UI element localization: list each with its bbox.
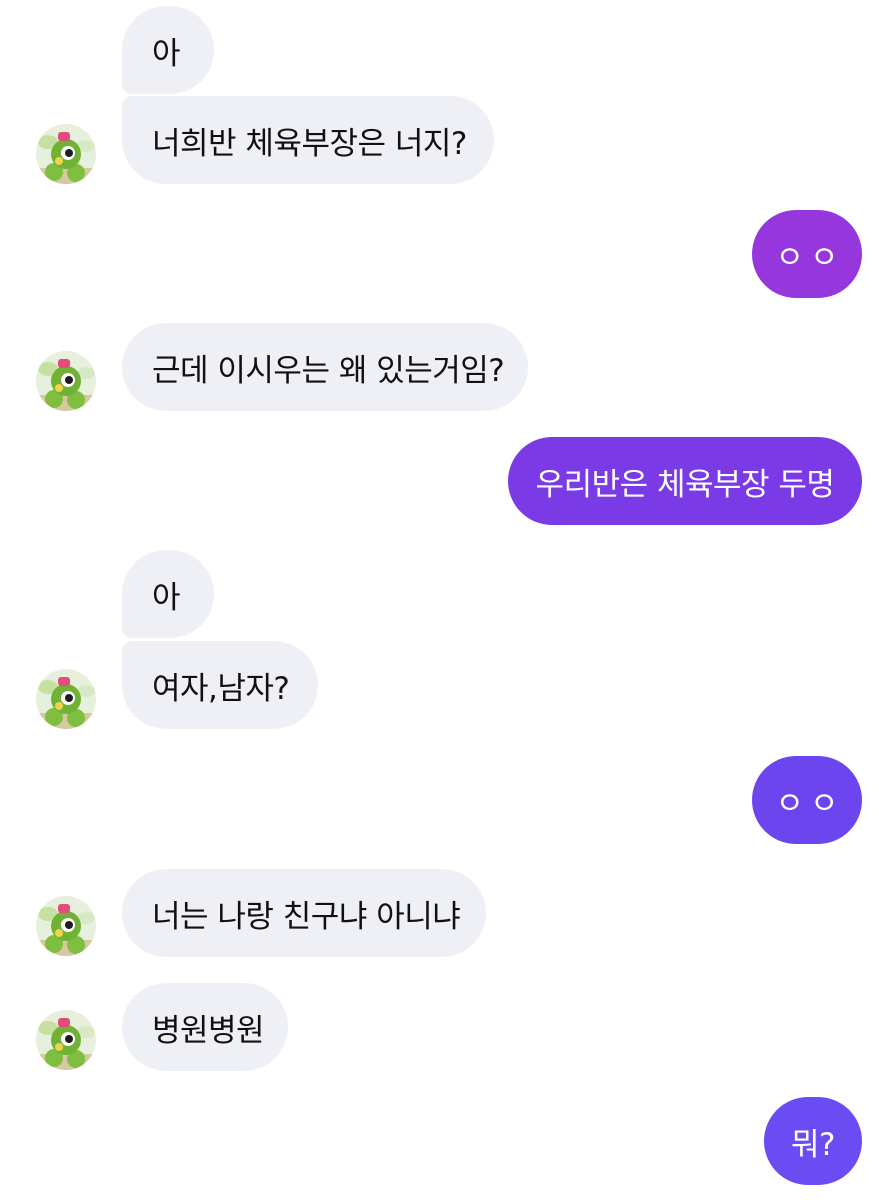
contact-avatar[interactable] bbox=[36, 896, 96, 956]
message-text: 아 bbox=[152, 35, 181, 72]
message-text: 아 bbox=[152, 579, 181, 616]
message-bubble-outgoing[interactable]: 우리반은 체육부장 두명 bbox=[508, 437, 862, 525]
contact-avatar[interactable] bbox=[36, 669, 96, 729]
message-bubble-incoming[interactable]: 너희반 체육부장은 너지? bbox=[122, 96, 494, 184]
message-bubble-incoming[interactable]: 여자,남자? bbox=[122, 641, 318, 729]
contact-avatar[interactable] bbox=[36, 1010, 96, 1070]
contact-avatar[interactable] bbox=[36, 351, 96, 411]
message-bubble-incoming[interactable]: 아 bbox=[122, 6, 214, 94]
message-bubble-incoming[interactable]: 병원병원 bbox=[122, 983, 288, 1071]
message-text: 뭐? bbox=[791, 1126, 835, 1163]
message-text: ㅇㅇ bbox=[775, 785, 845, 822]
message-bubble-outgoing[interactable]: 뭐? bbox=[764, 1097, 862, 1185]
message-text: 우리반은 체육부장 두명 bbox=[535, 466, 835, 503]
message-text: 근데 이시우는 왜 있는거임? bbox=[152, 352, 505, 389]
message-text: 너희반 체육부장은 너지? bbox=[152, 125, 467, 162]
contact-avatar[interactable] bbox=[36, 124, 96, 184]
caterpie-avatar-icon bbox=[36, 124, 96, 184]
message-bubble-incoming[interactable]: 너는 나랑 친구냐 아니냐 bbox=[122, 869, 486, 957]
caterpie-avatar-icon bbox=[36, 1010, 96, 1070]
caterpie-avatar-icon bbox=[36, 351, 96, 411]
message-text: ㅇㅇ bbox=[775, 239, 845, 276]
message-bubble-outgoing[interactable]: ㅇㅇ bbox=[752, 210, 862, 298]
message-text: 너는 나랑 친구냐 아니냐 bbox=[152, 898, 461, 935]
message-text: 여자,남자? bbox=[152, 670, 290, 707]
caterpie-avatar-icon bbox=[36, 669, 96, 729]
caterpie-avatar-icon bbox=[36, 896, 96, 956]
message-text: 병원병원 bbox=[152, 1012, 265, 1049]
message-bubble-incoming[interactable]: 근데 이시우는 왜 있는거임? bbox=[122, 323, 528, 411]
message-bubble-outgoing[interactable]: ㅇㅇ bbox=[752, 756, 862, 844]
message-bubble-incoming[interactable]: 아 bbox=[122, 550, 214, 638]
